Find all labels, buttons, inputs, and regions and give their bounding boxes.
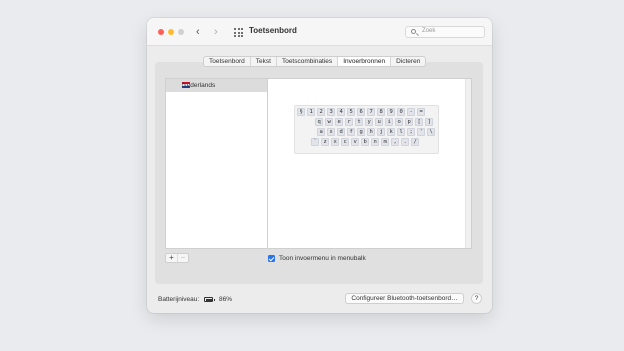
keyboard-key: 4 xyxy=(337,108,346,116)
keyboard-key: 3 xyxy=(327,108,336,116)
show-input-menu-checkbox[interactable] xyxy=(268,255,275,262)
keyboard-row: q w e r t y u i o p[] xyxy=(297,118,436,127)
keyboard-key: \ xyxy=(427,128,436,136)
keyboard-key: t xyxy=(355,118,364,126)
close-button[interactable] xyxy=(158,29,164,35)
keyboard-key: w xyxy=(325,118,334,126)
tab-invoerbronnen[interactable]: Invoerbronnen xyxy=(338,57,392,66)
search-icon xyxy=(411,29,416,34)
forward-button[interactable]: › xyxy=(214,25,218,39)
list-controls: + − xyxy=(165,253,189,263)
keyboard-key: i xyxy=(385,118,394,126)
window-title: Toetsenbord xyxy=(249,26,297,35)
keyboard-key: 8 xyxy=(377,108,386,116)
keyboard-key: ] xyxy=(425,118,434,126)
input-source-label: Nederlands xyxy=(182,82,216,89)
keyboard-key: ; xyxy=(407,128,416,136)
keyboard-key: [ xyxy=(415,118,424,126)
add-input-source-button[interactable]: + xyxy=(166,254,177,262)
preview-scrollbar[interactable] xyxy=(465,79,471,248)
keyboard-key: - xyxy=(407,108,416,116)
keyboard-key: p xyxy=(405,118,414,126)
keyboard-key: h xyxy=(367,128,376,136)
keyboard-key: l xyxy=(397,128,406,136)
keyboard-key: y xyxy=(365,118,374,126)
keyboard-key: 7 xyxy=(367,108,376,116)
keyboard-key: v xyxy=(351,138,360,146)
keyboard-row: a s d f g h j k l; ' \ xyxy=(297,128,436,137)
keyboard-key: c xyxy=(341,138,350,146)
keyboard-layout-preview: § 1 2 3 4 5 6 7 8 9 0- = q w e r t y u i o p[] a s d f g h j k l; ' \ ` z x… xyxy=(294,105,439,154)
zoom-button[interactable] xyxy=(178,29,184,35)
keyboard-key: d xyxy=(337,128,346,136)
keyboard-row: ` z x c v b n m,. / xyxy=(297,138,436,147)
keyboard-key: o xyxy=(395,118,404,126)
keyboard-key: § xyxy=(297,108,306,116)
keyboard-key: . xyxy=(401,138,410,146)
keyboard-key: b xyxy=(361,138,370,146)
keyboard-key: r xyxy=(345,118,354,126)
battery-label: Batterijniveau: xyxy=(158,296,200,303)
keyboard-key: 2 xyxy=(317,108,326,116)
keyboard-key: , xyxy=(391,138,400,146)
show-all-grid-icon[interactable] xyxy=(234,28,243,37)
keyboard-key: ' xyxy=(417,128,426,136)
configure-bluetooth-keyboard-button[interactable]: Configureer Bluetooth-toetsenbord… xyxy=(345,293,464,304)
tab-dicteren[interactable]: Dicteren xyxy=(391,57,425,66)
tab-tekst[interactable]: Tekst xyxy=(251,57,277,66)
tab-toetscombinaties[interactable]: Toetscombinaties xyxy=(277,57,339,66)
keyboard-key: e xyxy=(335,118,344,126)
keyboard-key: q xyxy=(315,118,324,126)
tab-toetsenbord[interactable]: Toetsenbord xyxy=(204,57,251,66)
search-placeholder: Zoek xyxy=(422,28,436,34)
keyboard-key: n xyxy=(371,138,380,146)
keyboard-key: m xyxy=(381,138,390,146)
keyboard-key: 1 xyxy=(307,108,316,116)
keyboard-key: ` xyxy=(311,138,320,146)
keyboard-key: 0 xyxy=(397,108,406,116)
back-button[interactable]: ‹ xyxy=(196,25,200,39)
tab-bar: Toetsenbord Tekst Toetscombinaties Invoe… xyxy=(203,56,427,67)
keyboard-key: u xyxy=(375,118,384,126)
keyboard-key: 9 xyxy=(387,108,396,116)
keyboard-key: j xyxy=(377,128,386,136)
keyboard-key: z xyxy=(321,138,330,146)
battery-icon xyxy=(204,297,215,302)
input-sources-list[interactable]: Nederlands xyxy=(165,78,268,249)
keyboard-key: x xyxy=(331,138,340,146)
keyboard-key: k xyxy=(387,128,396,136)
keyboard-key: 5 xyxy=(347,108,356,116)
keyboard-key: g xyxy=(357,128,366,136)
keyboard-row: § 1 2 3 4 5 6 7 8 9 0- = xyxy=(297,108,436,117)
keyboard-key: 6 xyxy=(357,108,366,116)
help-button[interactable]: ? xyxy=(471,293,482,304)
keyboard-preferences-window: ‹ › Toetsenbord Zoek Toetsenbord Tekst T… xyxy=(147,18,492,313)
minimize-button[interactable] xyxy=(168,29,174,35)
battery-percentage: 86% xyxy=(219,296,233,303)
search-field[interactable]: Zoek xyxy=(405,26,485,38)
title-bar: ‹ › Toetsenbord Zoek xyxy=(147,18,492,46)
keyboard-key: = xyxy=(417,108,426,116)
keyboard-key: a xyxy=(317,128,326,136)
keyboard-key: / xyxy=(411,138,420,146)
input-source-nederlands[interactable]: Nederlands xyxy=(166,79,267,92)
keyboard-key: f xyxy=(347,128,356,136)
keyboard-key: s xyxy=(327,128,336,136)
remove-input-source-button[interactable]: − xyxy=(177,254,188,262)
keyboard-preview-pane: § 1 2 3 4 5 6 7 8 9 0- = q w e r t y u i o p[] a s d f g h j k l; ' \ ` z x… xyxy=(268,78,472,249)
show-input-menu-label: Toon invoermenu in menubalk xyxy=(279,255,366,262)
